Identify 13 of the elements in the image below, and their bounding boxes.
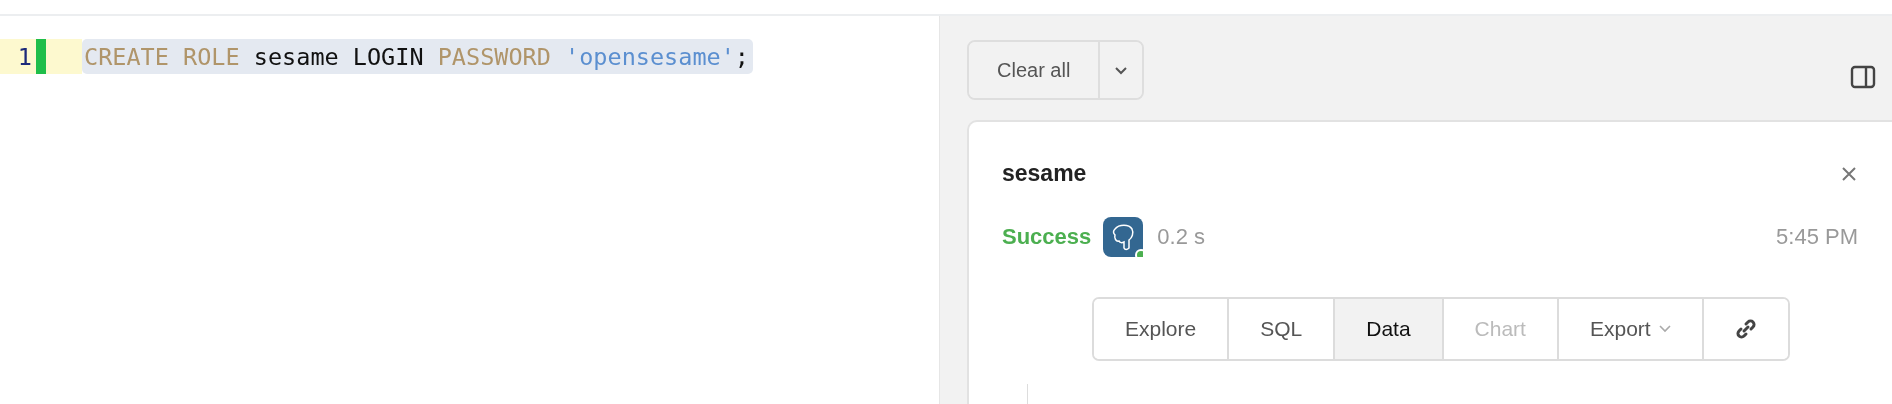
line-number: 1 [16,42,32,71]
tab[interactable]: Explore [1094,299,1230,359]
close-icon[interactable] [1840,164,1858,183]
duration-text: 0.2 s [1157,224,1205,250]
chevron-down-icon [1114,65,1129,75]
link-icon [1734,318,1757,340]
timestamp: 5:45 PM [1776,224,1858,250]
result-title: sesame [1002,160,1087,187]
status-text: Success [1002,224,1092,250]
clear-all-button[interactable]: Clear all [969,42,1101,98]
sidebar-toggle-icon[interactable] [1850,65,1876,89]
tab[interactable]: Data [1335,299,1444,359]
chevron-down-icon [1658,325,1671,333]
